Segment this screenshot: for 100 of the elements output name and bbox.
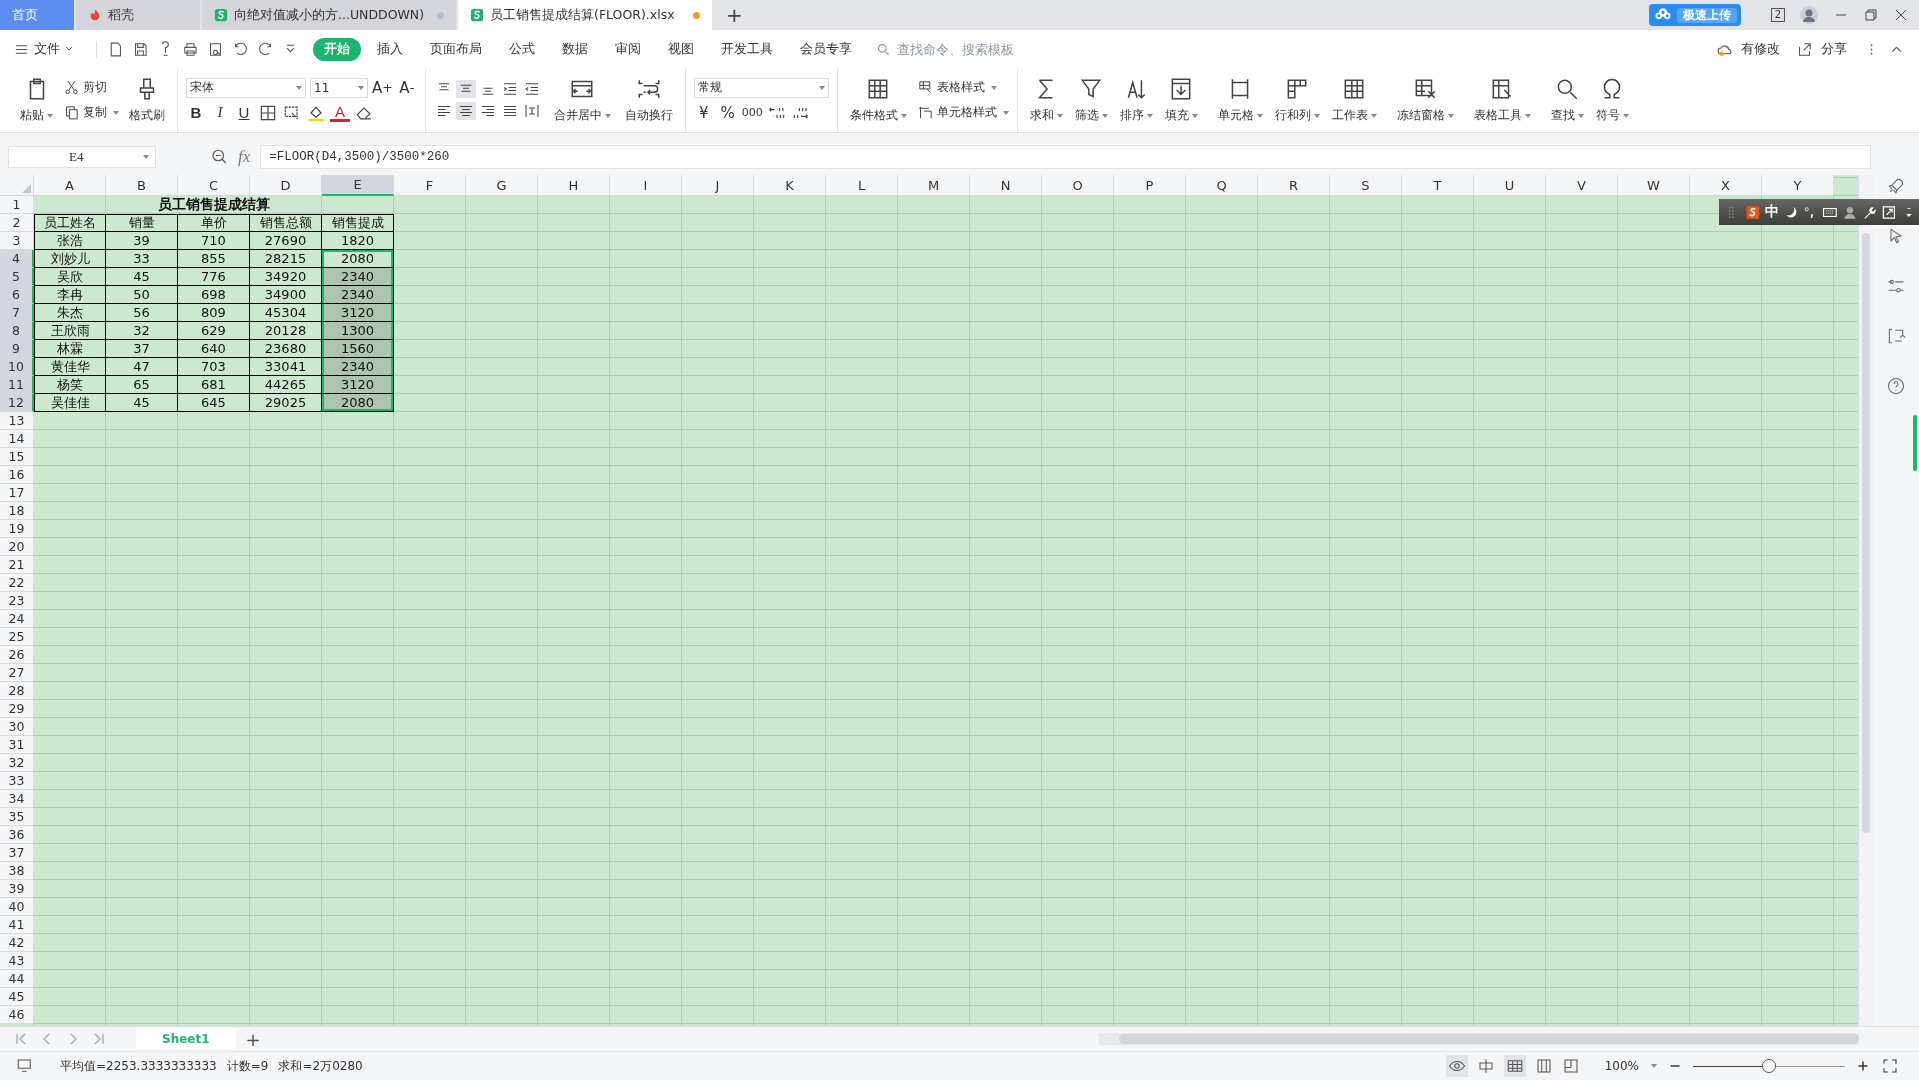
- ribbon-tool-button[interactable]: 工作表: [1331, 107, 1368, 124]
- column-header[interactable]: D: [250, 175, 322, 196]
- ribbon-tab[interactable]: 开发工具: [710, 37, 784, 61]
- function-button[interactable]: fx: [238, 147, 251, 167]
- row-number[interactable]: 9: [0, 340, 34, 358]
- column-header[interactable]: P: [1114, 175, 1186, 196]
- cut-button[interactable]: 剪切: [83, 79, 107, 96]
- row-number[interactable]: 35: [0, 808, 34, 826]
- merge-center-button[interactable]: 合并居中: [553, 107, 602, 124]
- ribbon-tool-button[interactable]: 填充: [1164, 107, 1189, 124]
- column-header[interactable]: G: [466, 175, 538, 196]
- ribbon-tab[interactable]: 公式: [498, 37, 546, 61]
- ribbon-tab[interactable]: 视图: [657, 37, 705, 61]
- row-number[interactable]: 5: [0, 268, 34, 286]
- format-painter-button[interactable]: 格式刷: [129, 107, 165, 124]
- document-tab[interactable]: 稻壳: [76, 0, 200, 30]
- row-number[interactable]: 26: [0, 646, 34, 664]
- row-number[interactable]: 2: [0, 214, 34, 232]
- row-number[interactable]: 15: [0, 448, 34, 466]
- search-field[interactable]: 查找命令、搜索模板: [895, 40, 1039, 58]
- window-count[interactable]: 2: [1770, 8, 1785, 22]
- row-number[interactable]: 42: [0, 934, 34, 952]
- ribbon-tool-button[interactable]: 单元格: [1217, 107, 1254, 124]
- row-number[interactable]: 28: [0, 682, 34, 700]
- column-header[interactable]: O: [1042, 175, 1114, 196]
- add-sheet-button[interactable]: +: [245, 1028, 261, 1050]
- ribbon-tool-button[interactable]: 排序: [1119, 107, 1144, 124]
- column-header[interactable]: Y: [1762, 175, 1834, 196]
- column-header[interactable]: U: [1474, 175, 1546, 196]
- row-number[interactable]: 13: [0, 412, 34, 430]
- column-header[interactable]: V: [1546, 175, 1618, 196]
- column-header[interactable]: I: [610, 175, 682, 196]
- ribbon-tool-button[interactable]: 筛选: [1074, 107, 1099, 124]
- bold-button[interactable]: B: [186, 102, 206, 123]
- wrap-text-button[interactable]: 自动换行: [624, 107, 673, 124]
- row-number[interactable]: 41: [0, 916, 34, 934]
- document-tab[interactable]: 员工销售提成结算(FLOOR).xlsx: [458, 0, 712, 30]
- row-number[interactable]: 20: [0, 538, 34, 556]
- row-number[interactable]: 12: [0, 394, 34, 412]
- document-tab[interactable]: 向绝对值减小的方...UNDDOWN): [202, 0, 456, 30]
- cell-style-button[interactable]: 单元格样式: [936, 104, 997, 121]
- row-number[interactable]: 14: [0, 430, 34, 448]
- thousands-button[interactable]: 000: [741, 102, 763, 123]
- ribbon-tab[interactable]: 页面布局: [419, 37, 493, 61]
- font-size-field[interactable]: 11: [310, 77, 368, 98]
- ribbon-tool-button[interactable]: 查找: [1550, 107, 1575, 124]
- zoom-level[interactable]: 100%: [1604, 1059, 1639, 1073]
- row-number[interactable]: 38: [0, 862, 34, 880]
- row-number[interactable]: 33: [0, 772, 34, 790]
- name-box[interactable]: E4: [8, 146, 156, 168]
- row-number[interactable]: 24: [0, 610, 34, 628]
- column-header[interactable]: R: [1258, 175, 1330, 196]
- column-header[interactable]: J: [682, 175, 754, 196]
- ribbon-tool-button[interactable]: 表格工具: [1473, 107, 1522, 124]
- font-field[interactable]: 宋体: [186, 77, 306, 98]
- ribbon-tab[interactable]: 数据: [551, 37, 599, 61]
- ribbon-tab[interactable]: 审阅: [604, 37, 652, 61]
- column-header[interactable]: K: [754, 175, 826, 196]
- column-header[interactable]: N: [970, 175, 1042, 196]
- column-header[interactable]: S: [1330, 175, 1402, 196]
- column-header[interactable]: E: [322, 175, 394, 196]
- percent-button[interactable]: %: [717, 102, 738, 123]
- row-number[interactable]: 16: [0, 466, 34, 484]
- column-header[interactable]: C: [178, 175, 250, 196]
- ribbon-tab[interactable]: 会员专享: [789, 37, 863, 61]
- ribbon-tool-button[interactable]: 冻结窗格: [1396, 107, 1445, 124]
- new-tab-button[interactable]: +: [712, 0, 757, 30]
- row-number[interactable]: 30: [0, 718, 34, 736]
- column-header[interactable]: A: [34, 175, 106, 196]
- column-header[interactable]: W: [1618, 175, 1690, 196]
- row-number[interactable]: 29: [0, 700, 34, 718]
- row-number[interactable]: 4: [0, 250, 34, 268]
- row-number[interactable]: 17: [0, 484, 34, 502]
- row-number[interactable]: 3: [0, 232, 34, 250]
- row-number[interactable]: 34: [0, 790, 34, 808]
- ribbon-tab[interactable]: 插入: [366, 37, 414, 61]
- row-number[interactable]: 27: [0, 664, 34, 682]
- column-header[interactable]: F: [394, 175, 466, 196]
- column-header[interactable]: L: [826, 175, 898, 196]
- row-number[interactable]: 7: [0, 304, 34, 322]
- copy-button[interactable]: 复制: [83, 104, 107, 121]
- column-header[interactable]: B: [106, 175, 178, 196]
- font-color-button[interactable]: A: [330, 103, 350, 122]
- row-number[interactable]: 8: [0, 322, 34, 340]
- table-style-button[interactable]: 表格样式: [936, 79, 985, 96]
- row-number[interactable]: 31: [0, 736, 34, 754]
- share-button[interactable]: 分享: [1821, 40, 1847, 58]
- currency-button[interactable]: ¥: [693, 102, 714, 123]
- row-number[interactable]: 22: [0, 574, 34, 592]
- row-number[interactable]: 45: [0, 988, 34, 1006]
- column-header[interactable]: M: [898, 175, 970, 196]
- row-number[interactable]: 23: [0, 592, 34, 610]
- ribbon-tool-button[interactable]: 行和列: [1274, 107, 1311, 124]
- row-number[interactable]: 36: [0, 826, 34, 844]
- row-number[interactable]: 19: [0, 520, 34, 538]
- ribbon-tool-button[interactable]: 符号: [1595, 107, 1620, 124]
- input-mode[interactable]: 中: [1764, 203, 1779, 221]
- column-header[interactable]: T: [1402, 175, 1474, 196]
- number-format-field[interactable]: 常规: [693, 77, 829, 98]
- row-number[interactable]: 25: [0, 628, 34, 646]
